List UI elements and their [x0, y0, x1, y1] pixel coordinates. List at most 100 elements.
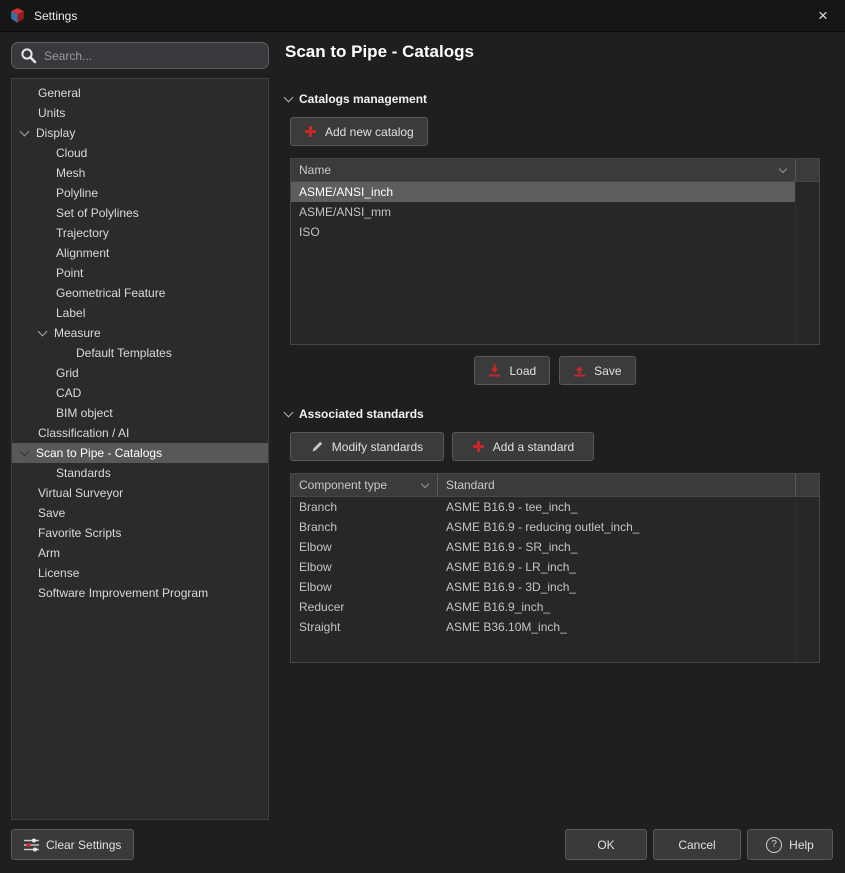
- sidebar-item-label: Virtual Surveyor: [38, 486, 123, 500]
- component-type: Elbow: [291, 560, 438, 574]
- scrollbar-gutter: [795, 182, 819, 344]
- clear-settings-label: Clear Settings: [46, 838, 121, 852]
- pencil-icon: [311, 440, 324, 453]
- table-row[interactable]: ASME/ANSI_mm: [291, 202, 795, 222]
- add-new-catalog-button[interactable]: Add new catalog: [290, 117, 428, 146]
- add-icon: [472, 440, 485, 453]
- catalogs-table: Name ASME/ANSI_inch ASME/ANSI_mm ISO: [290, 158, 820, 345]
- sidebar-item-display[interactable]: Display: [12, 123, 268, 143]
- chevron-down-icon[interactable]: [20, 447, 30, 457]
- save-label: Save: [594, 364, 621, 378]
- chevron-down-icon[interactable]: [20, 127, 30, 137]
- add-new-catalog-label: Add new catalog: [325, 125, 414, 139]
- sidebar-item-label: Classification / AI: [38, 426, 129, 440]
- sidebar-item-set-of-polylines[interactable]: Set of Polylines: [12, 203, 268, 223]
- sidebar-item-label: Trajectory: [56, 226, 109, 240]
- page-title: Scan to Pipe - Catalogs: [285, 42, 474, 62]
- table-row[interactable]: BranchASME B16.9 - tee_inch_: [291, 497, 795, 517]
- sidebar-item-label: CAD: [56, 386, 81, 400]
- sidebar-item-favorite-scripts[interactable]: Favorite Scripts: [12, 523, 268, 543]
- sidebar-item-geometrical-feature[interactable]: Geometrical Feature: [12, 283, 268, 303]
- sidebar-item-virtual-surveyor[interactable]: Virtual Surveyor: [12, 483, 268, 503]
- cancel-button[interactable]: Cancel: [653, 829, 741, 860]
- column-header-name[interactable]: Name: [291, 159, 795, 181]
- sidebar-item-label: Cloud: [56, 146, 87, 160]
- sidebar-item-label: Label: [56, 306, 85, 320]
- sidebar-item-label: Scan to Pipe - Catalogs: [36, 446, 162, 460]
- catalog-name: ASME/ANSI_inch: [291, 185, 795, 199]
- save-button[interactable]: Save: [559, 356, 635, 385]
- collapse-chevron-icon[interactable]: [284, 408, 294, 418]
- sidebar-item-label: Arm: [38, 546, 60, 560]
- chevron-down-icon[interactable]: [38, 327, 48, 337]
- standard-name: ASME B16.9 - SR_inch_: [438, 540, 795, 554]
- sidebar-item-cad[interactable]: CAD: [12, 383, 268, 403]
- table-row[interactable]: ElbowASME B16.9 - LR_inch_: [291, 557, 795, 577]
- standard-name: ASME B16.9 - reducing outlet_inch_: [438, 520, 795, 534]
- sidebar-item-standards[interactable]: Standards: [12, 463, 268, 483]
- sidebar-item-alignment[interactable]: Alignment: [12, 243, 268, 263]
- column-header-label: Standard: [446, 478, 495, 492]
- sidebar-item-grid[interactable]: Grid: [12, 363, 268, 383]
- clear-settings-button[interactable]: Clear Settings: [11, 829, 134, 860]
- sidebar-item-units[interactable]: Units: [12, 103, 268, 123]
- sidebar-item-save[interactable]: Save: [12, 503, 268, 523]
- column-header-component-type[interactable]: Component type: [291, 474, 438, 496]
- modify-standards-button[interactable]: Modify standards: [290, 432, 444, 461]
- sidebar-item-cloud[interactable]: Cloud: [12, 143, 268, 163]
- sidebar-item-measure[interactable]: Measure: [12, 323, 268, 343]
- component-type: Branch: [291, 520, 438, 534]
- sidebar-item-label: Mesh: [56, 166, 85, 180]
- sidebar-item-label: Units: [38, 106, 65, 120]
- ok-label: OK: [597, 838, 614, 852]
- component-type: Straight: [291, 620, 438, 634]
- table-row[interactable]: ElbowASME B16.9 - 3D_inch_: [291, 577, 795, 597]
- sidebar-item-software-improvement-program[interactable]: Software Improvement Program: [12, 583, 268, 603]
- associated-standards-section-header[interactable]: Associated standards: [285, 407, 424, 421]
- sidebar-item-bim-object[interactable]: BIM object: [12, 403, 268, 423]
- table-row[interactable]: ASME/ANSI_inch: [291, 182, 795, 202]
- sidebar-item-scan-to-pipe-catalogs[interactable]: Scan to Pipe - Catalogs: [12, 443, 268, 463]
- close-button[interactable]: ×: [801, 0, 845, 32]
- clear-settings-icon: [24, 838, 39, 852]
- standard-name: ASME B16.9 - 3D_inch_: [438, 580, 795, 594]
- help-button[interactable]: ? Help: [747, 829, 833, 860]
- add-standard-label: Add a standard: [493, 440, 574, 454]
- sidebar-item-default-templates[interactable]: Default Templates: [12, 343, 268, 363]
- add-standard-button[interactable]: Add a standard: [452, 432, 594, 461]
- section-title: Catalogs management: [299, 92, 427, 106]
- sidebar-item-trajectory[interactable]: Trajectory: [12, 223, 268, 243]
- search-input[interactable]: [44, 49, 260, 63]
- header-gutter: [795, 159, 819, 181]
- sidebar-item-classification-ai[interactable]: Classification / AI: [12, 423, 268, 443]
- standard-name: ASME B16.9 - tee_inch_: [438, 500, 795, 514]
- load-button[interactable]: Load: [474, 356, 550, 385]
- table-row[interactable]: ISO: [291, 222, 795, 242]
- table-row[interactable]: BranchASME B16.9 - reducing outlet_inch_: [291, 517, 795, 537]
- ok-button[interactable]: OK: [565, 829, 647, 860]
- sidebar-item-arm[interactable]: Arm: [12, 543, 268, 563]
- standards-table-header: Component type Standard: [291, 474, 819, 497]
- catalogs-management-section-header[interactable]: Catalogs management: [285, 92, 427, 106]
- catalogs-table-header: Name: [291, 159, 819, 182]
- component-type: Reducer: [291, 600, 438, 614]
- search-box: [11, 42, 269, 69]
- sidebar-item-label: Standards: [56, 466, 111, 480]
- component-type: Elbow: [291, 540, 438, 554]
- standard-name: ASME B16.9 - LR_inch_: [438, 560, 795, 574]
- sidebar-item-label: Geometrical Feature: [56, 286, 165, 300]
- column-header-standard[interactable]: Standard: [438, 474, 795, 496]
- table-row[interactable]: ElbowASME B16.9 - SR_inch_: [291, 537, 795, 557]
- sidebar-item-point[interactable]: Point: [12, 263, 268, 283]
- sidebar-item-general[interactable]: General: [12, 83, 268, 103]
- sidebar-item-label: Grid: [56, 366, 79, 380]
- section-title: Associated standards: [299, 407, 424, 421]
- table-row[interactable]: StraightASME B36.10M_inch_: [291, 617, 795, 637]
- sidebar-item-mesh[interactable]: Mesh: [12, 163, 268, 183]
- table-row[interactable]: ReducerASME B16.9_inch_: [291, 597, 795, 617]
- sidebar-item-polyline[interactable]: Polyline: [12, 183, 268, 203]
- sidebar-item-license[interactable]: License: [12, 563, 268, 583]
- collapse-chevron-icon[interactable]: [284, 93, 294, 103]
- component-type: Elbow: [291, 580, 438, 594]
- sidebar-item-label[interactable]: Label: [12, 303, 268, 323]
